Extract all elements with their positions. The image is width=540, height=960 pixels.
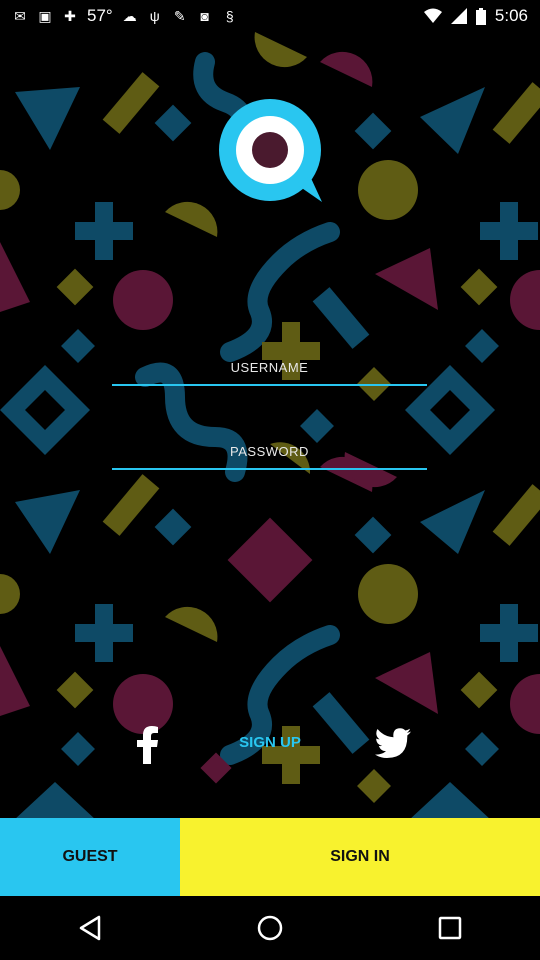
- bottom-button-bar: GUEST SIGN IN: [0, 818, 540, 896]
- s-app-icon: §: [225, 8, 234, 24]
- home-icon: [257, 915, 283, 941]
- game-icon: ✚: [64, 7, 76, 24]
- social-row: SIGN UP: [0, 724, 540, 766]
- facebook-icon[interactable]: [134, 726, 160, 764]
- temperature: 57°: [87, 6, 113, 25]
- sign-in-button[interactable]: SIGN IN: [180, 818, 540, 896]
- tools-icon: ✎: [173, 7, 186, 24]
- app-logo: [219, 99, 322, 202]
- password-input[interactable]: [112, 434, 427, 468]
- status-left: ✉ ▣ ✚ 57° ☁ ψ ✎ ◙ §: [12, 6, 238, 26]
- recents-button[interactable]: [420, 898, 480, 958]
- battery-icon: [475, 7, 486, 25]
- status-time: 5:06: [494, 6, 528, 25]
- back-icon: [79, 915, 101, 941]
- guest-button[interactable]: GUEST: [0, 818, 180, 896]
- weather-icon: ☁: [122, 7, 137, 24]
- mail-icon: ✉: [14, 7, 26, 24]
- username-input[interactable]: [112, 350, 427, 384]
- app-icon: ◙: [200, 8, 209, 24]
- recents-icon: [438, 916, 462, 940]
- usb-icon: ψ: [149, 8, 160, 24]
- status-bar: ✉ ▣ ✚ 57° ☁ ψ ✎ ◙ § 5:06: [0, 0, 540, 32]
- username-field[interactable]: [112, 350, 427, 386]
- twitter-icon[interactable]: [375, 728, 411, 758]
- back-button[interactable]: [60, 898, 120, 958]
- wifi-icon: [423, 8, 442, 23]
- home-button[interactable]: [240, 898, 300, 958]
- status-right: 5:06: [423, 6, 528, 26]
- image-icon: ▣: [38, 7, 52, 24]
- sign-up-link[interactable]: SIGN UP: [220, 734, 320, 751]
- navigation-bar: [0, 896, 540, 960]
- signal-icon: [450, 8, 467, 24]
- password-field[interactable]: [112, 434, 427, 470]
